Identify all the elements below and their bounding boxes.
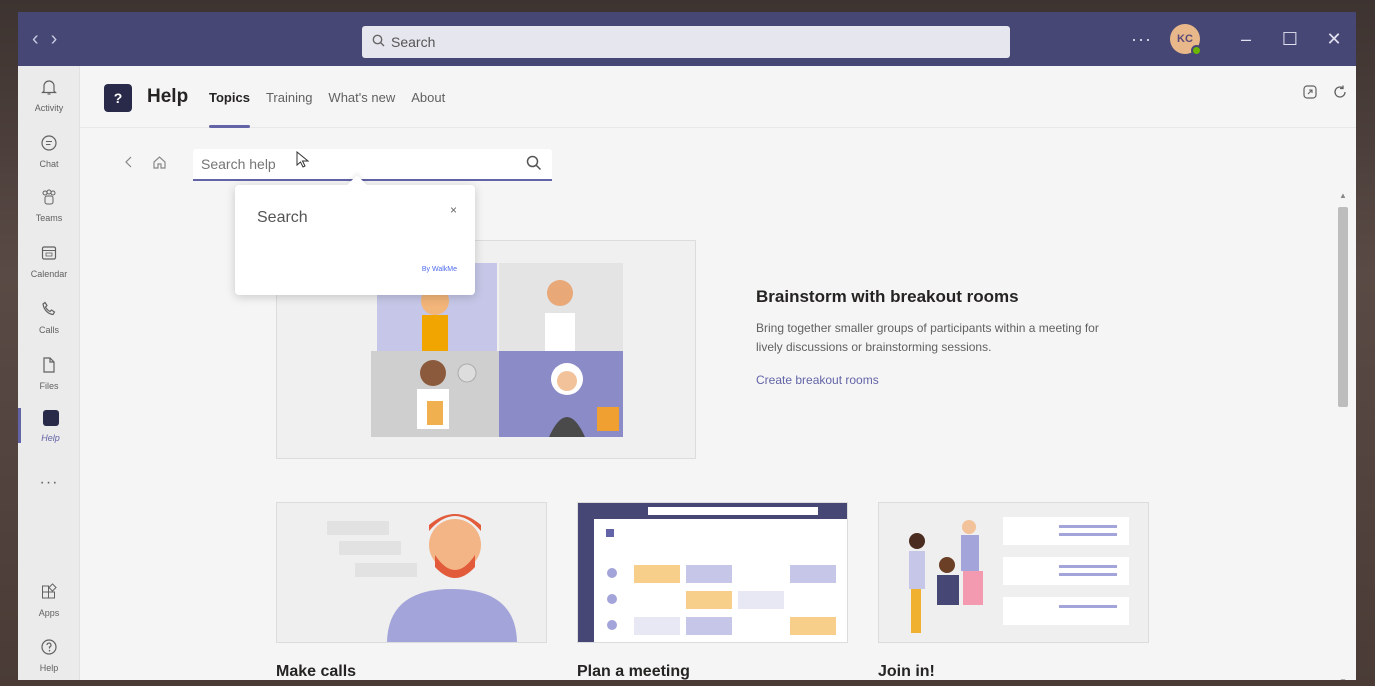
tab-list: Topics Training What's new About: [209, 66, 461, 128]
presence-available-icon: [1191, 45, 1202, 56]
rail-label: Help: [39, 663, 59, 673]
refresh-icon[interactable]: [1332, 84, 1348, 105]
rail-item-calendar[interactable]: Calendar: [18, 244, 80, 279]
popup-title: Search: [257, 209, 308, 226]
close-button[interactable]: ✕: [1312, 29, 1356, 50]
avatar-initials: KC: [1177, 33, 1193, 45]
more-options-icon[interactable]: ···: [1131, 29, 1152, 50]
rail-item-teams[interactable]: Teams: [18, 188, 80, 223]
question-icon: [18, 638, 80, 662]
card-title-make-calls[interactable]: Make calls: [276, 663, 356, 680]
file-icon: [18, 356, 80, 380]
rail-item-chat[interactable]: Chat: [18, 134, 80, 169]
calendar-icon: [18, 244, 80, 268]
phone-icon: [18, 300, 80, 324]
card-plan-meeting-image[interactable]: [577, 502, 848, 643]
scroll-thumb[interactable]: [1338, 207, 1348, 407]
close-icon[interactable]: ×: [450, 203, 457, 217]
hero-description: Bring together smaller groups of partici…: [756, 321, 1099, 354]
card-title-join-in[interactable]: Join in!: [878, 663, 935, 680]
breadcrumb: [124, 155, 167, 173]
mouse-cursor-icon: [296, 150, 310, 174]
global-search-placeholder: Search: [391, 34, 436, 50]
avatar[interactable]: KC: [1170, 24, 1202, 56]
home-icon[interactable]: [152, 155, 167, 173]
rail-label: Teams: [35, 213, 63, 223]
rail-item-help[interactable]: Help: [18, 638, 80, 673]
vertical-scrollbar[interactable]: ▲ ▼: [1338, 191, 1348, 680]
title-bar: ‹ › Search ··· KC – ☐ ✕: [18, 12, 1356, 66]
back-arrow-icon[interactable]: ‹: [32, 28, 39, 51]
tab-training[interactable]: Training: [266, 66, 320, 128]
tab-whats-new[interactable]: What's new: [328, 66, 403, 128]
back-chevron-icon[interactable]: [124, 155, 134, 173]
tab-topics[interactable]: Topics: [209, 66, 258, 128]
maximize-button[interactable]: ☐: [1268, 29, 1312, 50]
app-bar: Activity Chat Teams Calendar Calls Files…: [18, 66, 80, 680]
search-icon: [372, 34, 385, 50]
rail-label: Help: [41, 433, 60, 443]
teams-window: ‹ › Search ··· KC – ☐ ✕ Activity Chat Te…: [18, 12, 1356, 680]
header-actions: [1302, 84, 1348, 105]
rail-item-help-app[interactable]: Help: [18, 408, 80, 443]
titlebar-controls: ··· KC – ☐ ✕: [1131, 12, 1356, 66]
chat-icon: [18, 134, 80, 158]
help-app-icon: [21, 408, 80, 432]
rail-label: Activity: [34, 103, 64, 113]
hero-title: Brainstorm with breakout rooms: [756, 287, 1019, 306]
app-header: ? Help Topics Training What's new About: [80, 66, 1356, 128]
page-title: Help: [147, 86, 189, 107]
rail-label: Calls: [38, 325, 59, 335]
help-search-input[interactable]: [201, 156, 501, 172]
rail-label: Calendar: [30, 269, 68, 279]
forward-arrow-icon[interactable]: ›: [51, 28, 58, 51]
more-apps-icon[interactable]: ···: [18, 474, 80, 492]
card-join-in-image[interactable]: [878, 502, 1149, 643]
rail-item-apps[interactable]: Apps: [18, 583, 80, 618]
apps-icon: [18, 583, 80, 607]
scroll-up-arrow-icon[interactable]: ▲: [1338, 191, 1348, 200]
bell-icon: [18, 78, 80, 102]
help-content: Search × By WalkMe: [80, 129, 1356, 680]
search-popup: Search × By WalkMe: [235, 185, 475, 295]
minimize-button[interactable]: –: [1224, 29, 1268, 50]
create-breakout-rooms-link[interactable]: Create breakout rooms: [756, 373, 879, 387]
popup-brand[interactable]: By WalkMe: [422, 266, 457, 273]
rail-item-calls[interactable]: Calls: [18, 300, 80, 335]
search-icon[interactable]: [526, 155, 542, 176]
rail-label: Files: [39, 381, 59, 391]
help-search-field[interactable]: [193, 149, 552, 181]
scroll-down-arrow-icon[interactable]: ▼: [1338, 677, 1348, 680]
teams-icon: [18, 188, 80, 212]
card-title-plan-meeting[interactable]: Plan a meeting: [577, 663, 690, 680]
global-search-bar[interactable]: Search: [362, 26, 1010, 58]
help-logo-icon: ?: [104, 84, 132, 112]
rail-label: Apps: [38, 608, 60, 618]
rail-item-activity[interactable]: Activity: [18, 78, 80, 113]
popout-icon[interactable]: [1302, 84, 1318, 105]
rail-item-files[interactable]: Files: [18, 356, 80, 391]
card-make-calls-image[interactable]: [276, 502, 547, 643]
rail-label: Chat: [39, 159, 59, 169]
tab-about[interactable]: About: [411, 66, 453, 128]
history-nav: ‹ ›: [18, 28, 88, 51]
